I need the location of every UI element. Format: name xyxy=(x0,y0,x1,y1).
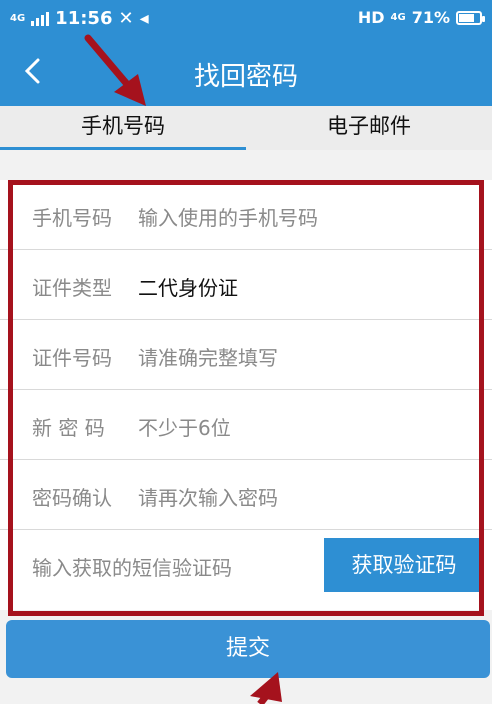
tab-bar: 手机号码 电子邮件 xyxy=(0,106,492,150)
field-label: 证件类型 xyxy=(32,276,112,300)
page-title: 找回密码 xyxy=(193,62,298,92)
status-bar: 4G 11:56 ✕ ◂ HD 4G 71% xyxy=(0,0,492,38)
phone-number-field[interactable]: 手机号码 输入使用的手机号码 xyxy=(0,180,492,250)
field-label: 密码确认 xyxy=(32,486,112,510)
mute-icon: ◂ xyxy=(139,8,149,29)
new-password-field[interactable]: 新 密 码 不少于6位 xyxy=(0,390,492,460)
network-type: 4G xyxy=(10,13,26,24)
tab-phone-label: 手机号码 xyxy=(81,114,165,138)
clock: 11:56 xyxy=(55,8,113,29)
status-right: HD 4G 71% xyxy=(357,8,485,27)
id-type-field[interactable]: 证件类型 二代身份证 xyxy=(0,250,492,320)
field-label: 手机号码 xyxy=(32,206,112,230)
field-label: 证件号码 xyxy=(32,346,112,370)
sms-code-input[interactable]: 输入获取的短信验证码 xyxy=(32,552,232,581)
field-label: 新 密 码 xyxy=(32,416,105,440)
status-left: 4G 11:56 ✕ ◂ xyxy=(10,8,149,29)
confirm-password-field[interactable]: 密码确认 请再次输入密码 xyxy=(0,460,492,530)
id-type-select[interactable]: 二代身份证 xyxy=(138,272,238,301)
annotation-arrow-icon xyxy=(250,672,282,704)
sms-code-field: 输入获取的短信验证码 获取验证码 xyxy=(0,530,492,600)
battery-icon xyxy=(456,10,485,25)
get-code-button[interactable]: 获取验证码 xyxy=(324,538,484,592)
hd-label: HD xyxy=(357,8,385,27)
title-bar: 找回密码 xyxy=(0,38,492,106)
confirm-password-input[interactable]: 请再次输入密码 xyxy=(138,482,278,511)
id-number-field[interactable]: 证件号码 请准确完整填写 xyxy=(0,320,492,390)
annotation-arrow-icon xyxy=(84,34,146,106)
phone-number-input[interactable]: 输入使用的手机号码 xyxy=(138,202,318,231)
battery-percent: 71% xyxy=(411,8,450,27)
reset-password-form: 手机号码 输入使用的手机号码 证件类型 二代身份证 证件号码 请准确完整填写 新… xyxy=(0,180,492,610)
tab-email[interactable]: 电子邮件 xyxy=(246,106,492,150)
network-type-2: 4G xyxy=(390,12,406,23)
signal-icon xyxy=(31,11,50,26)
new-password-input[interactable]: 不少于6位 xyxy=(138,412,231,441)
active-tab-indicator xyxy=(0,147,246,150)
tab-email-label: 电子邮件 xyxy=(327,114,411,138)
wifi-icon: ✕ xyxy=(118,8,134,29)
id-number-input[interactable]: 请准确完整填写 xyxy=(138,342,278,371)
